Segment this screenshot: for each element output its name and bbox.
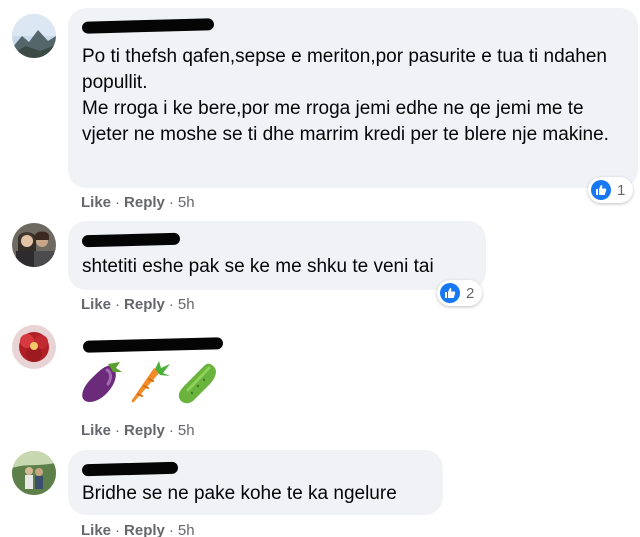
separator: · [115,522,121,537]
separator: · [168,194,174,211]
mountain-landscape-avatar[interactable] [12,14,56,58]
like-icon [591,180,611,200]
reply-button[interactable]: Reply [124,422,165,439]
separator: · [168,296,174,313]
like-button[interactable]: Like [81,194,111,211]
like-icon [440,283,460,303]
separator: · [168,522,174,537]
timestamp[interactable]: 5h [178,422,195,439]
comment-bubble: Bridhe se ne pake kohe te ka ngelure [68,450,443,515]
comment-actions: Like · Reply · 5h [81,296,195,313]
redacted-author-name[interactable] [81,461,179,477]
timestamp[interactable]: 5h [178,194,195,211]
like-button[interactable]: Like [81,422,111,439]
comment-actions: Like · Reply · 5h [81,522,195,537]
comment-text: Po ti thefsh qafen,sepse e meriton,por p… [82,46,609,145]
redacted-author-name[interactable] [81,232,181,248]
comment-bubble: Po ti thefsh qafen,sepse e meriton,por p… [68,8,638,188]
reply-button[interactable]: Reply [124,194,165,211]
comment-text: shtetiti eshe pak se ke me shku te veni … [82,256,434,277]
cucumber-emoji [178,363,216,404]
reaction-count: 1 [617,181,626,199]
comments-section: Po ti thefsh qafen,sepse e meriton,por p… [0,0,640,537]
red-flower-avatar[interactable] [12,325,56,369]
eggplant-emoji [82,362,122,402]
reaction-badge[interactable]: 2 [437,280,483,306]
emoji-message [80,360,224,406]
outdoor-people-avatar[interactable] [12,451,56,495]
separator: · [115,422,121,439]
comment-text: Bridhe se ne pake kohe te ka ngelure [82,483,397,504]
couple-photo-avatar[interactable] [12,223,56,267]
reaction-badge[interactable]: 1 [588,177,634,203]
redacted-author-name[interactable] [82,337,224,353]
separator: · [115,194,121,211]
comment-bubble: shtetiti eshe pak se ke me shku te veni … [68,221,486,290]
redacted-author-name[interactable] [81,18,215,34]
comment-actions: Like · Reply · 5h [81,422,195,439]
like-button[interactable]: Like [81,296,111,313]
separator: · [168,422,174,439]
like-button[interactable]: Like [81,522,111,537]
timestamp[interactable]: 5h [178,522,195,537]
comment-actions: Like · Reply · 5h [81,194,195,211]
separator: · [115,296,121,313]
timestamp[interactable]: 5h [178,296,195,313]
carrot-emoji [131,361,170,403]
reply-button[interactable]: Reply [124,522,165,537]
reaction-count: 2 [466,284,475,302]
reply-button[interactable]: Reply [124,296,165,313]
